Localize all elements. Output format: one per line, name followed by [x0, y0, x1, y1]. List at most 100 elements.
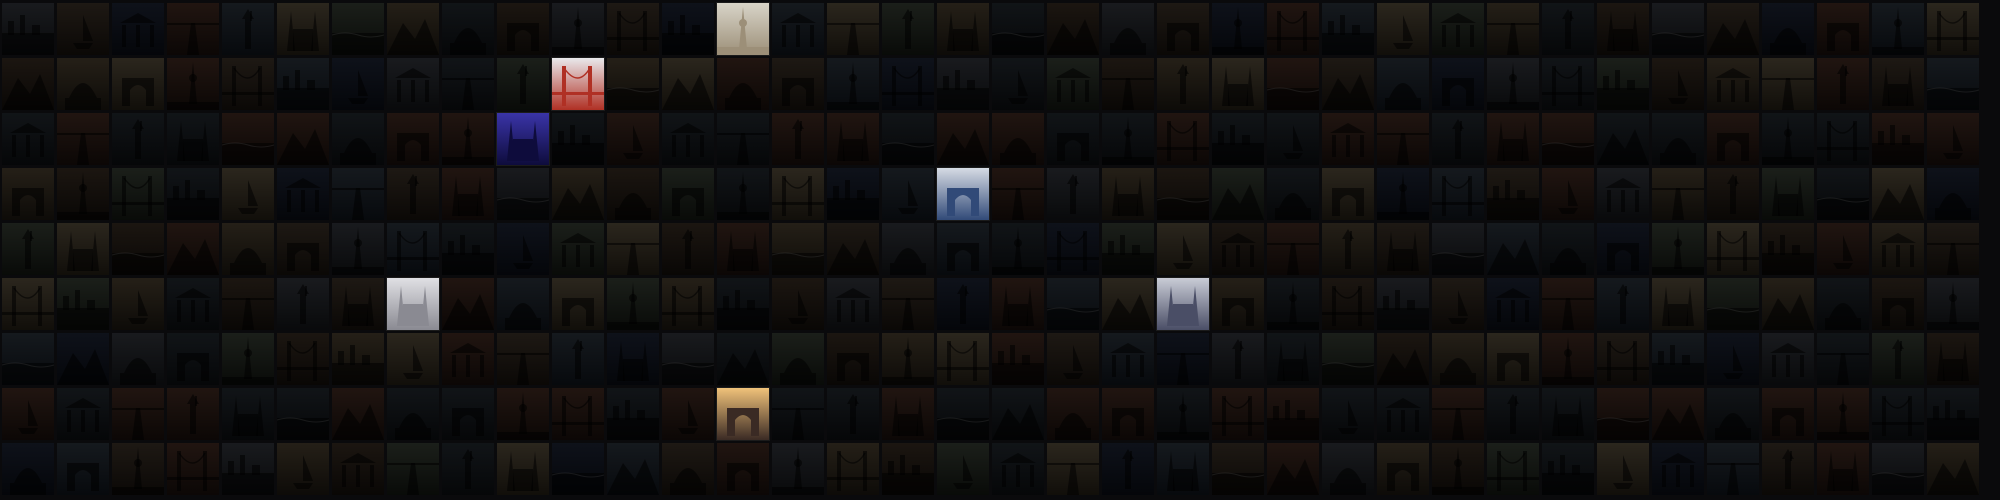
photo-thumbnail [882, 223, 934, 275]
photo-thumbnail [277, 58, 329, 110]
photo-thumbnail [1542, 168, 1594, 220]
photo-thumbnail [662, 278, 714, 330]
photo-thumbnail [937, 168, 989, 220]
photo-thumbnail [1597, 3, 1649, 55]
photo-thumbnail [1432, 3, 1484, 55]
photo-thumbnail [1377, 223, 1429, 275]
photo-thumbnail [1267, 113, 1319, 165]
photo-thumbnail [167, 333, 219, 385]
photo-thumbnail [387, 443, 439, 495]
photo-thumbnail [167, 388, 219, 440]
photo-thumbnail [387, 113, 439, 165]
photo-thumbnail [1157, 443, 1209, 495]
photo-thumbnail [552, 278, 604, 330]
photo-thumbnail [1817, 278, 1869, 330]
photo-thumbnail [992, 223, 1044, 275]
photo-thumbnail [442, 113, 494, 165]
photo-thumbnail [1542, 333, 1594, 385]
photo-thumbnail [1817, 333, 1869, 385]
photo-thumbnail [332, 168, 384, 220]
photo-thumbnail [442, 223, 494, 275]
photo-thumbnail [387, 388, 439, 440]
photo-thumbnail [1377, 3, 1429, 55]
photo-thumbnail [277, 278, 329, 330]
photo-thumbnail [1487, 223, 1539, 275]
photo-thumbnail [717, 443, 769, 495]
photo-thumbnail [1652, 3, 1704, 55]
photo-thumbnail [2, 223, 54, 275]
photo-thumbnail [497, 113, 549, 165]
photo-thumbnail [662, 113, 714, 165]
photo-thumbnail [1157, 168, 1209, 220]
photo-thumbnail [1432, 333, 1484, 385]
photo-thumbnail [992, 58, 1044, 110]
photo-thumbnail [772, 223, 824, 275]
photo-thumbnail [222, 443, 274, 495]
photo-thumbnail [1927, 3, 1979, 55]
photo-thumbnail [332, 58, 384, 110]
photo-thumbnail [1927, 333, 1979, 385]
photo-thumbnail [1102, 223, 1154, 275]
photo-thumbnail [1102, 3, 1154, 55]
photo-thumbnail [112, 113, 164, 165]
photo-thumbnail [1927, 443, 1979, 495]
photo-thumbnail [497, 443, 549, 495]
photo-thumbnail [1102, 113, 1154, 165]
photo-thumbnail [387, 58, 439, 110]
photo-thumbnail [112, 223, 164, 275]
photo-thumbnail [167, 58, 219, 110]
photo-thumbnail [827, 388, 879, 440]
photo-thumbnail [717, 278, 769, 330]
photo-thumbnail [1762, 3, 1814, 55]
photo-thumbnail [112, 278, 164, 330]
photo-thumbnail [1817, 223, 1869, 275]
photo-thumbnail [1487, 388, 1539, 440]
photo-thumbnail [717, 113, 769, 165]
photo-thumbnail [2, 58, 54, 110]
photo-thumbnail [772, 3, 824, 55]
photo-thumbnail [57, 333, 109, 385]
photo-thumbnail [1047, 443, 1099, 495]
photo-thumbnail [332, 223, 384, 275]
photo-thumbnail [222, 58, 274, 110]
photo-thumbnail [332, 388, 384, 440]
photo-thumbnail [2, 443, 54, 495]
photo-thumbnail [1872, 278, 1924, 330]
photo-thumbnail [1432, 443, 1484, 495]
photo-mosaic-background [0, 0, 2000, 500]
photo-thumbnail [1432, 388, 1484, 440]
photo-thumbnail [1047, 223, 1099, 275]
photo-thumbnail [2, 388, 54, 440]
photo-thumbnail [112, 3, 164, 55]
photo-thumbnail [1157, 3, 1209, 55]
photo-thumbnail [827, 223, 879, 275]
photo-thumbnail [882, 388, 934, 440]
photo-thumbnail [882, 278, 934, 330]
photo-thumbnail [717, 58, 769, 110]
photo-thumbnail [937, 113, 989, 165]
photo-thumbnail [772, 168, 824, 220]
photo-thumbnail [607, 333, 659, 385]
photo-thumbnail [1322, 223, 1374, 275]
photo-thumbnail [1597, 168, 1649, 220]
photo-thumbnail [1212, 333, 1264, 385]
photo-thumbnail [662, 333, 714, 385]
photo-thumbnail [1707, 168, 1759, 220]
photo-thumbnail [827, 113, 879, 165]
photo-thumbnail [717, 3, 769, 55]
photo-thumbnail [57, 168, 109, 220]
photo-thumbnail [167, 223, 219, 275]
photo-thumbnail [1927, 168, 1979, 220]
photo-thumbnail [497, 388, 549, 440]
photo-thumbnail [1487, 58, 1539, 110]
photo-thumbnail [1707, 278, 1759, 330]
photo-thumbnail [1652, 278, 1704, 330]
photo-thumbnail [1432, 58, 1484, 110]
photo-thumbnail [1597, 388, 1649, 440]
photo-thumbnail [1707, 113, 1759, 165]
photo-thumbnail [222, 223, 274, 275]
photo-thumbnail [1157, 278, 1209, 330]
photo-thumbnail [1487, 333, 1539, 385]
photo-thumbnail [1542, 388, 1594, 440]
photo-thumbnail [1047, 333, 1099, 385]
